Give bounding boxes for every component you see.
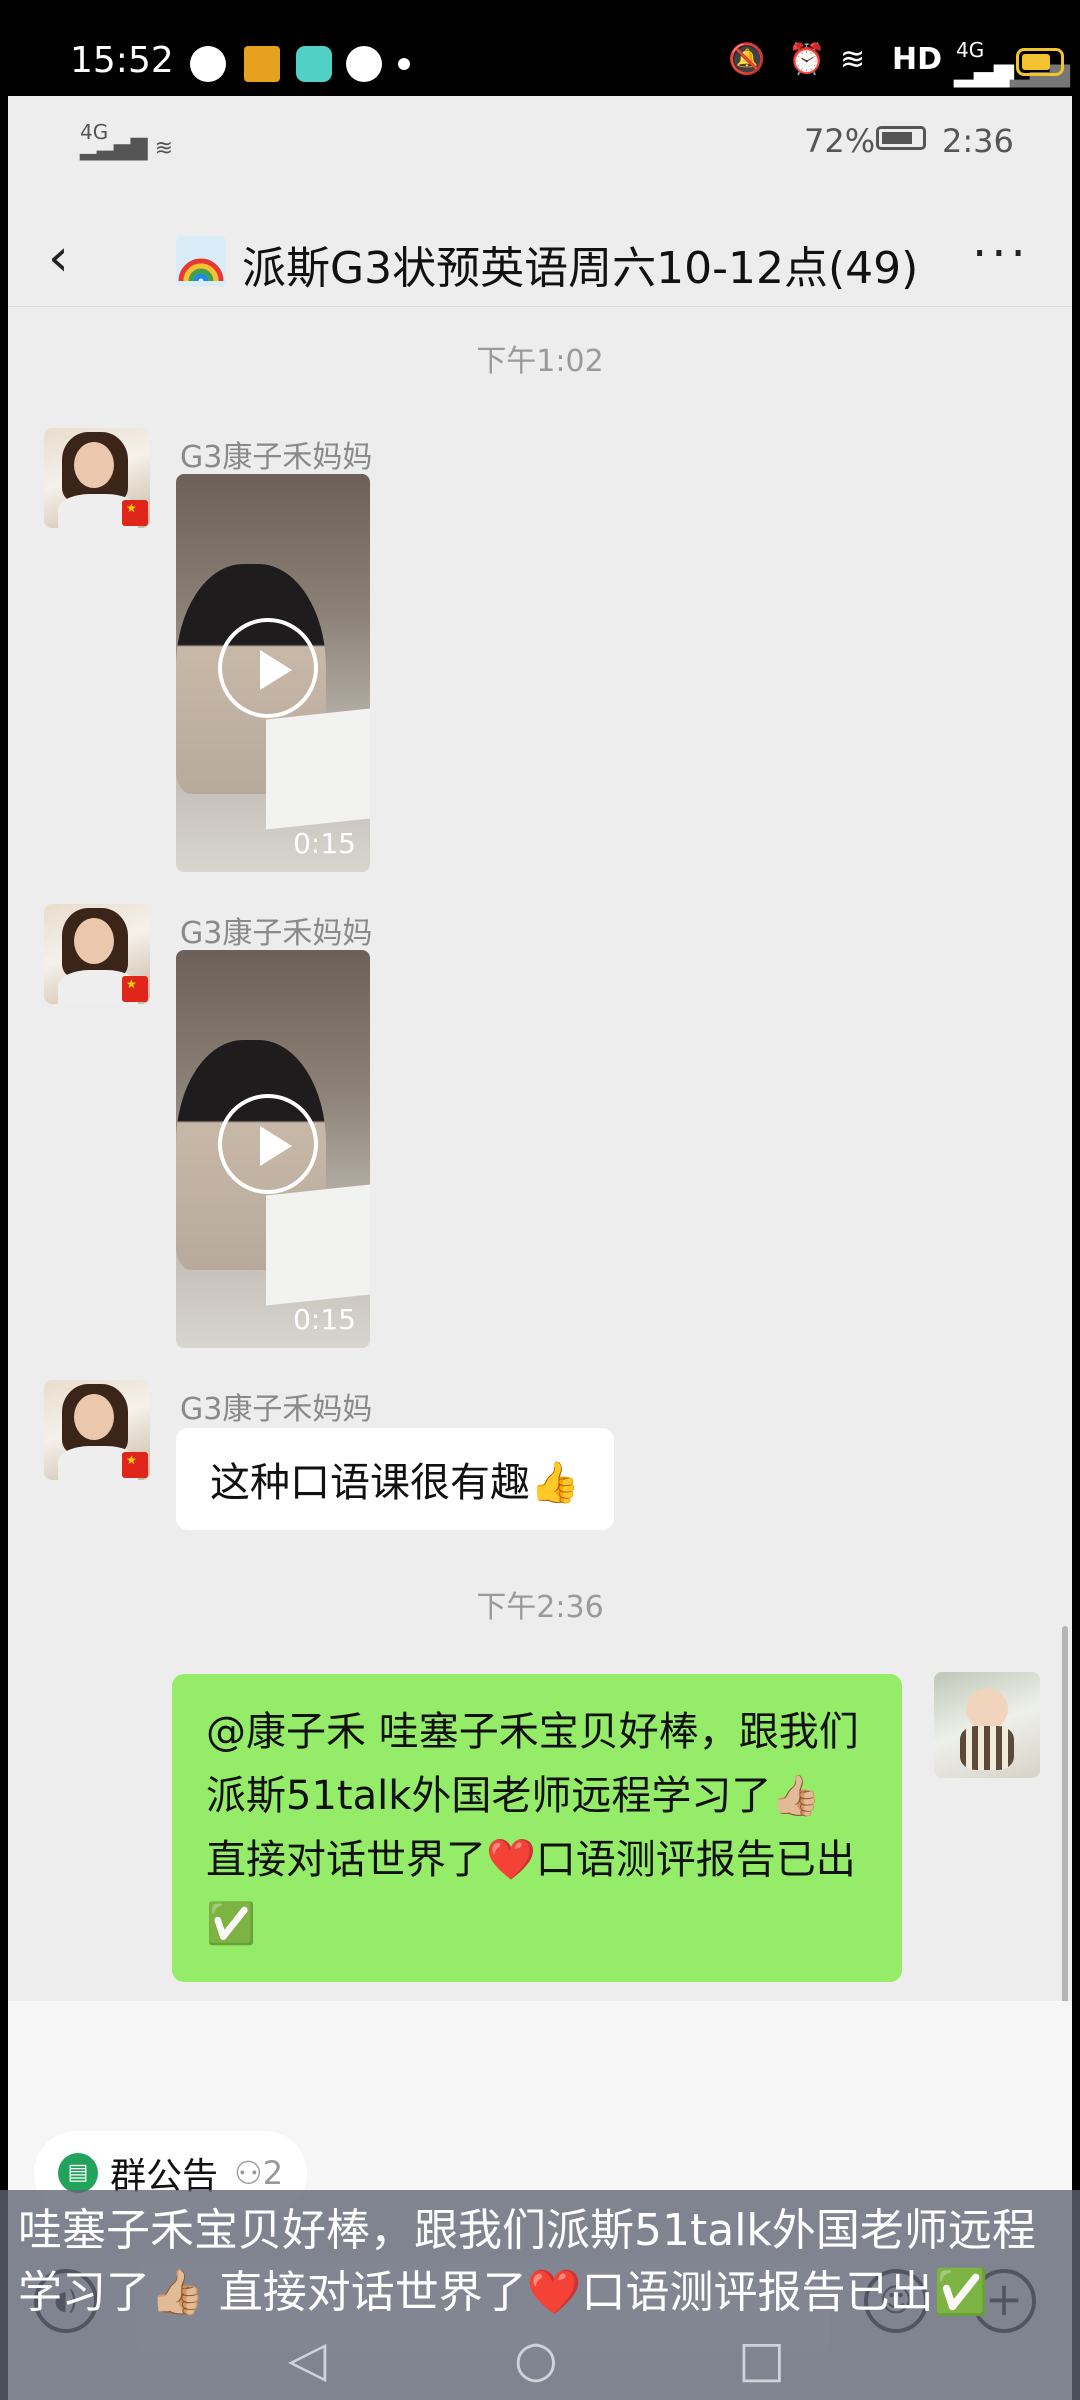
inner-battery-icon (876, 126, 926, 150)
sender-avatar[interactable] (44, 904, 150, 1004)
text-message[interactable]: 这种口语课很有趣👍 (176, 1428, 614, 1530)
outgoing-text-message[interactable]: @康子禾 哇塞子禾宝贝好棒，跟我们派斯51talk外国老师远程学习了👍🏼 直接对… (172, 1674, 902, 1982)
chat-header: ‹ 派斯G3状预英语周六10-12点(49) ··· (8, 206, 1072, 307)
caption-text: 哇塞子禾宝贝好棒，跟我们派斯51talk外国老师远程学习了👍🏼 直接对话世界了❤… (18, 2205, 1036, 2318)
video-duration: 0:15 (293, 1303, 356, 1336)
sender-avatar[interactable] (44, 1380, 150, 1480)
inner-battery-percent: 72% (804, 122, 876, 160)
inner-time: 2:36 (942, 122, 1014, 160)
rainbow-icon (176, 236, 226, 286)
device-time: 15:52 (70, 40, 174, 81)
home-nav-icon[interactable]: ○ (514, 2334, 558, 2384)
app-notification-icon (346, 46, 382, 82)
more-notifications-dot (398, 58, 410, 70)
chat-screen: 4G ▂▃▅▇ ≋ 72% 2:36 ‹ 派斯G3状预英语周六10-12点(49… (8, 96, 1072, 2400)
inner-signal-icon: ▂▃▅▇ ≋ (80, 136, 174, 161)
video-message[interactable]: 0:15 (176, 950, 370, 1348)
system-nav-bar: ◁ ○ □ (0, 2320, 1080, 2400)
device-status-icons: 🔕 ⏰ ≋ HD 4G ▂▄▆ ▂▄▆ (600, 36, 1080, 96)
recents-nav-icon[interactable]: □ (738, 2334, 785, 2384)
hd-label: HD (892, 42, 943, 77)
device-status-bar: 15:52 🔕 ⏰ ≋ HD 4G ▂▄▆ ▂▄▆ (0, 0, 1080, 96)
timestamp: 下午2:36 (476, 1590, 604, 1625)
back-nav-icon[interactable]: ◁ (288, 2334, 326, 2384)
app-notification-icon (190, 46, 226, 82)
sender-name: G3康子禾妈妈 (180, 440, 373, 475)
back-icon[interactable]: ‹ (48, 232, 69, 284)
video-duration: 0:15 (293, 827, 356, 860)
sender-name: G3康子禾妈妈 (180, 916, 373, 951)
mute-icon: 🔕 (728, 42, 766, 77)
notice-count: ⚇2 (234, 2154, 284, 2192)
alarm-icon: ⏰ (788, 42, 826, 77)
play-icon[interactable] (218, 618, 318, 718)
chat-title: 派斯G3状预英语周六10-12点(49) (242, 243, 919, 294)
scrollbar[interactable] (1062, 1626, 1068, 2006)
app-notification-icon (296, 46, 332, 82)
wifi-icon: ≋ (840, 42, 866, 77)
my-avatar[interactable] (934, 1672, 1040, 1778)
signal-icon: ▂▄▆ (954, 58, 1014, 88)
sender-name: G3康子禾妈妈 (180, 1392, 373, 1427)
app-notification-icon (244, 46, 280, 82)
timestamp: 下午1:02 (476, 344, 604, 379)
inner-status-bar: 4G ▂▃▅▇ ≋ 72% 2:36 (8, 96, 1072, 186)
notice-icon: ▤ (58, 2153, 98, 2193)
play-icon[interactable] (218, 1094, 318, 1194)
battery-icon (1016, 48, 1064, 76)
more-icon[interactable]: ··· (972, 226, 1030, 282)
video-message[interactable]: 0:15 (176, 474, 370, 872)
sender-avatar[interactable] (44, 428, 150, 528)
